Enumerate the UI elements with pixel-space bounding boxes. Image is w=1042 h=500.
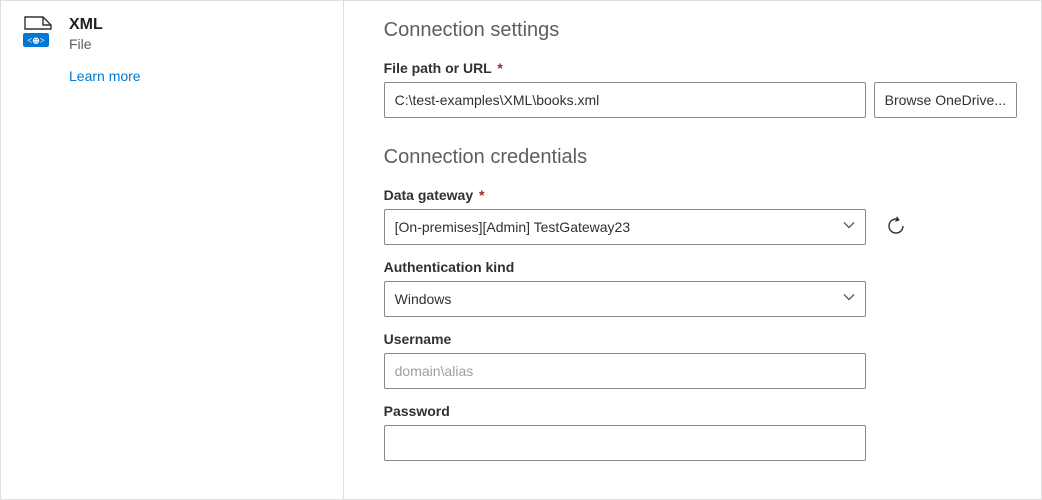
connector-title: XML xyxy=(69,15,103,34)
required-marker: * xyxy=(497,60,502,76)
connector-subtitle: File xyxy=(69,36,103,52)
connection-credentials-heading: Connection credentials xyxy=(384,146,1017,169)
file-path-input[interactable] xyxy=(384,82,866,118)
sidebar: <⊕> XML File Learn more xyxy=(1,1,344,499)
connection-settings-heading: Connection settings xyxy=(384,19,1017,42)
learn-more-link[interactable]: Learn more xyxy=(69,68,323,84)
password-input[interactable] xyxy=(384,425,866,461)
refresh-icon xyxy=(886,216,906,239)
username-label: Username xyxy=(384,331,1017,347)
data-gateway-select[interactable]: [On-premises][Admin] TestGateway23 xyxy=(384,209,866,245)
auth-kind-label: Authentication kind xyxy=(384,259,1017,275)
browse-onedrive-button[interactable]: Browse OneDrive... xyxy=(874,82,1017,118)
data-gateway-label: Data gateway * xyxy=(384,187,1017,203)
password-label: Password xyxy=(384,403,1017,419)
required-marker: * xyxy=(479,187,484,203)
refresh-gateway-button[interactable] xyxy=(880,211,912,243)
xml-file-icon: <⊕> xyxy=(21,15,55,49)
auth-kind-select[interactable]: Windows xyxy=(384,281,866,317)
username-input[interactable] xyxy=(384,353,866,389)
main-panel: Connection settings File path or URL * B… xyxy=(344,1,1041,499)
file-path-label: File path or URL * xyxy=(384,60,1017,76)
svg-text:<⊕>: <⊕> xyxy=(27,36,45,46)
